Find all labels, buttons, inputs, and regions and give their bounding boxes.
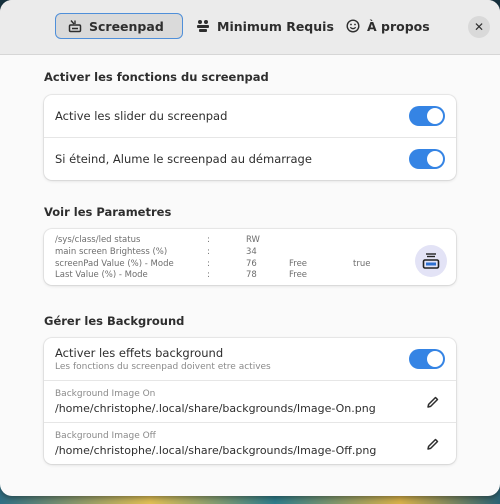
pencil-icon[interactable] [426,437,440,451]
header-bar: Screenpad Minimum Requis À propos ✕ [0,0,500,55]
close-icon: ✕ [473,20,485,34]
image-off-path: /home/christophe/.local/share/background… [55,443,377,457]
functions-card: Active les slider du screenpad Si éteind… [44,95,456,180]
tab-a-propos[interactable]: À propos [346,13,430,39]
toggle-row-effects[interactable]: Activer les effets background Les foncti… [44,338,456,380]
toggle-row-slider[interactable]: Active les slider du screenpad [44,95,456,137]
tab-label: Minimum Requis [217,18,334,34]
smiley-icon [346,19,360,33]
effects-toggle[interactable] [409,349,445,369]
image-off-row[interactable]: Background Image Off /home/christophe/.l… [44,422,456,464]
image-on-label: Background Image On [55,388,156,399]
close-button[interactable]: ✕ [468,16,490,38]
preferences-window: Screenpad Minimum Requis À propos ✕ Acti… [0,0,500,496]
row-label: Si éteind, Alume le screenpad au démarra… [55,152,312,166]
section-title-functions: Activer les fonctions du screenpad [44,70,269,84]
toggle-row-autostart[interactable]: Si éteind, Alume le screenpad au démarra… [44,137,456,180]
tab-screenpad[interactable]: Screenpad [55,13,183,39]
tab-label: Screenpad [89,18,164,34]
row-sublabel: Les fonctions du screenpad doivent etre … [55,362,271,372]
params-card: /sys/class/led status : RW main screen B… [44,229,456,285]
slider-toggle[interactable] [409,106,445,126]
screenpad-icon [68,20,82,33]
image-on-row[interactable]: Background Image On /home/christophe/.lo… [44,380,456,422]
row-label: Activer les effets background [55,346,224,360]
image-on-path: /home/christophe/.local/share/background… [55,401,376,415]
requirements-icon [197,20,209,32]
pencil-icon[interactable] [426,395,440,409]
row-label: Active les slider du screenpad [55,109,228,123]
section-title-params: Voir les Parametres [44,205,172,219]
background-card: Activer les effets background Les foncti… [44,338,456,464]
tab-minimum-requis[interactable]: Minimum Requis [196,13,334,39]
image-off-label: Background Image Off [55,430,156,441]
section-title-background: Gérer les Background [44,314,185,328]
autostart-toggle[interactable] [409,149,445,169]
screenpad-device-icon [415,245,447,277]
tab-label: À propos [367,18,430,34]
